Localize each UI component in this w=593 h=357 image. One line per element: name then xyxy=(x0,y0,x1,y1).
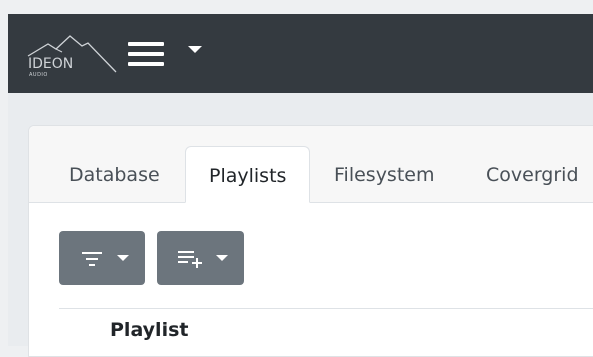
hamburger-menu-icon[interactable] xyxy=(128,42,164,66)
filter-caret-icon xyxy=(117,255,129,261)
divider xyxy=(59,308,593,309)
tab-filesystem[interactable]: Filesystem xyxy=(311,146,457,203)
filter-button[interactable] xyxy=(59,231,145,285)
top-navbar: IDEON AUDIO xyxy=(8,14,593,93)
playlist-add-icon xyxy=(178,251,202,268)
tab-playlists[interactable]: Playlists xyxy=(185,146,311,203)
add-to-playlist-button[interactable] xyxy=(157,231,244,285)
playlists-card: Database Playlists Filesystem Covergrid … xyxy=(28,125,593,357)
logo-text: IDEON xyxy=(28,56,74,72)
filter-icon xyxy=(82,252,102,266)
add-caret-icon xyxy=(216,255,228,261)
column-header-playlist[interactable]: Playlist xyxy=(110,319,188,341)
caret-down-icon[interactable] xyxy=(188,46,202,53)
logo-subtext: AUDIO xyxy=(29,72,48,78)
ideon-audio-logo[interactable]: IDEON AUDIO xyxy=(26,34,118,78)
tab-covergrid[interactable]: Covergrid xyxy=(463,146,593,203)
tab-database[interactable]: Database xyxy=(46,146,183,203)
